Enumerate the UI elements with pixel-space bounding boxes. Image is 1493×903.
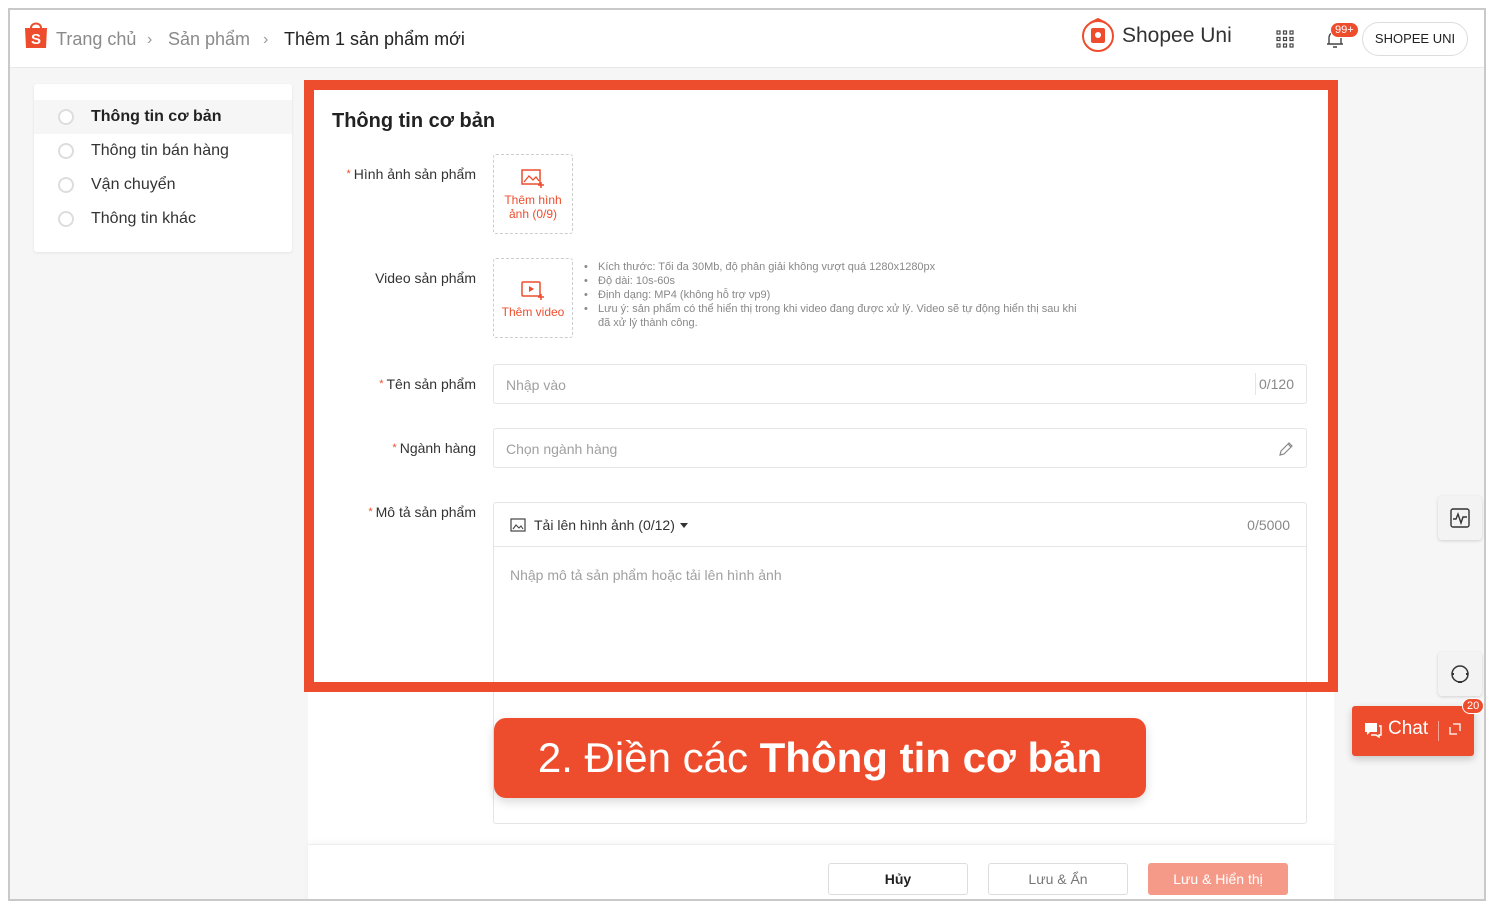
breadcrumb-current: Thêm 1 sản phẩm mới: [284, 29, 465, 49]
brand-name: Shopee Uni: [1122, 24, 1232, 47]
shopee-uni-logo-icon: [1082, 18, 1114, 52]
save-hide-button[interactable]: Lưu & Ẩn: [988, 863, 1128, 895]
sidebar-step-shipping[interactable]: Vận chuyển: [34, 168, 292, 202]
app-window: S Trang chủ › Sản phẩm › Thêm 1 sản phẩm…: [8, 8, 1486, 901]
save-publish-button[interactable]: Lưu & Hiển thị: [1148, 863, 1288, 895]
apps-grid-icon[interactable]: [1276, 30, 1294, 48]
step-sidebar: Thông tin cơ bản Thông tin bán hàng Vận …: [34, 84, 292, 252]
chat-unread-badge: 20: [1462, 698, 1484, 714]
headset-icon: [1451, 665, 1469, 683]
svg-text:S: S: [31, 31, 41, 48]
sidebar-step-sales-info[interactable]: Thông tin bán hàng: [34, 134, 292, 168]
step-indicator: [58, 109, 74, 125]
form-footer: Hủy Lưu & Ẩn Lưu & Hiển thị: [308, 844, 1334, 899]
step-label: Thông tin khác: [91, 210, 196, 227]
expand-icon[interactable]: [1448, 722, 1462, 736]
sidebar-step-other-info[interactable]: Thông tin khác: [34, 202, 292, 236]
step-label: Vận chuyển: [91, 176, 176, 193]
breadcrumb-products[interactable]: Sản phẩm: [168, 29, 250, 50]
notification-badge: 99+: [1330, 22, 1359, 38]
chat-bubble-icon: [1365, 723, 1382, 739]
chevron-right-icon: ›: [147, 31, 153, 48]
divider: [1438, 721, 1439, 741]
step-label: Thông tin cơ bản: [91, 108, 222, 125]
pulse-icon: [1450, 508, 1470, 528]
shopee-logo-icon[interactable]: S: [23, 20, 49, 50]
step-indicator: [58, 211, 74, 227]
support-button[interactable]: [1438, 652, 1482, 696]
top-header: S Trang chủ › Sản phẩm › Thêm 1 sản phẩm…: [10, 10, 1484, 68]
tutorial-callout: 2. Điền các Thông tin cơ bản: [494, 718, 1146, 798]
step-indicator: [58, 143, 74, 159]
sidebar-step-basic-info[interactable]: Thông tin cơ bản: [34, 100, 292, 134]
step-indicator: [58, 177, 74, 193]
chevron-right-icon: ›: [263, 31, 269, 48]
chat-button[interactable]: Chat: [1352, 706, 1474, 756]
step-label: Thông tin bán hàng: [91, 142, 229, 159]
highlight-frame: [304, 80, 1338, 692]
account-button[interactable]: SHOPEE UNI: [1362, 22, 1468, 56]
cancel-button[interactable]: Hủy: [828, 863, 968, 895]
breadcrumb-home[interactable]: Trang chủ: [56, 29, 136, 50]
chat-label: Chat: [1388, 718, 1429, 739]
performance-monitor-button[interactable]: [1438, 496, 1482, 540]
